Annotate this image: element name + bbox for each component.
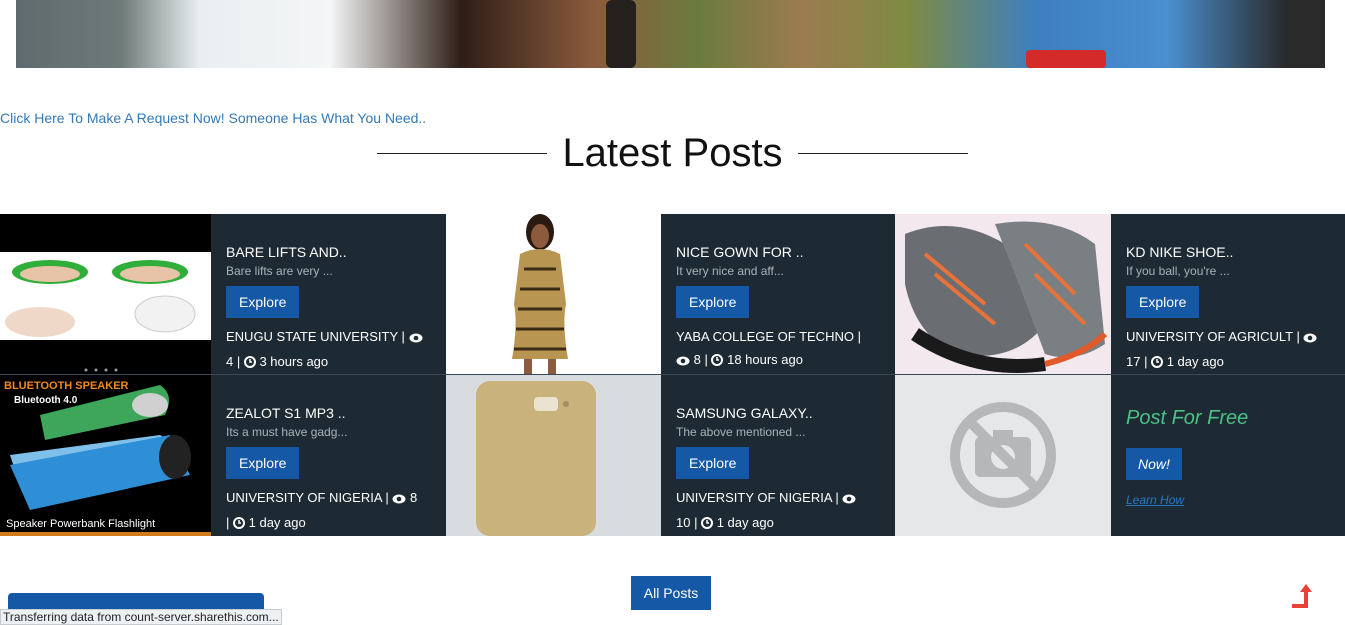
post-description: It very nice and aff...	[676, 264, 784, 278]
post-time: 1 day ago	[248, 515, 306, 530]
post-meta: YABA COLLEGE OF TECHNO | 8 | 18 hours ag…	[676, 325, 891, 373]
hero-banner-image	[16, 0, 1325, 68]
post-time: 1 day ago	[1166, 354, 1224, 369]
browser-status-bar: Transferring data from count-server.shar…	[0, 609, 282, 625]
post-free-card	[895, 375, 1345, 536]
post-card[interactable]: NICE GOWN FOR .. It very nice and aff...…	[446, 214, 896, 375]
post-card[interactable]: BLUETOOTH SPEAKER Bluetooth 4.0 Speaker …	[0, 375, 450, 536]
post-thumbnail[interactable]: BLUETOOTH SPEAKER Bluetooth 4.0 Speaker …	[0, 375, 211, 536]
speaker-title: BLUETOOTH SPEAKER	[4, 380, 129, 392]
all-posts-button[interactable]: All Posts	[631, 576, 711, 610]
heading-line-left	[377, 152, 548, 154]
post-meta: UNIVERSITY OF NIGERIA | 10 | 1 day ago	[676, 486, 891, 536]
eye-icon	[676, 350, 690, 373]
explore-button[interactable]: Explore	[676, 447, 750, 479]
clock-icon	[243, 352, 256, 375]
post-school: UNIVERSITY OF AGRICULT |	[1126, 329, 1300, 344]
post-time: 3 hours ago	[259, 354, 329, 369]
explore-button[interactable]: Explore	[676, 286, 750, 318]
post-meta: ENUGU STATE UNIVERSITY | 4 | 3 hours ago	[226, 325, 441, 375]
explore-button[interactable]: Explore	[226, 447, 300, 479]
post-free-panel: Post For Free Now! Learn How	[1126, 407, 1248, 507]
post-description: Bare lifts are very ...	[226, 264, 333, 278]
post-description: The above mentioned ...	[676, 425, 806, 439]
post-description: Its a must have gadg...	[226, 425, 348, 439]
post-thumbnail[interactable]	[895, 214, 1111, 375]
post-meta: UNIVERSITY OF AGRICULT | 17 | 1 day ago	[1126, 325, 1341, 375]
explore-button[interactable]: Explore	[226, 286, 300, 318]
post-school: YABA COLLEGE OF TECHNO |	[676, 329, 861, 344]
post-card[interactable]: BARE LIFTS AND.. Bare lifts are very ...…	[0, 214, 450, 375]
section-title: Latest Posts	[562, 130, 783, 175]
post-title[interactable]: NICE GOWN FOR ..	[676, 244, 891, 260]
post-card[interactable]: SAMSUNG GALAXY.. The above mentioned ...…	[446, 375, 896, 536]
post-thumbnail[interactable]	[446, 214, 661, 375]
clock-icon	[711, 350, 724, 373]
learn-how-link[interactable]: Learn How	[1126, 493, 1248, 507]
post-meta: UNIVERSITY OF NIGERIA | 8 | 1 day ago	[226, 486, 441, 536]
explore-button[interactable]: Explore	[1126, 286, 1200, 318]
post-thumbnail[interactable]	[446, 375, 661, 536]
clock-icon	[233, 513, 245, 536]
post-title[interactable]: ZEALOT S1 MP3 ..	[226, 405, 441, 421]
post-title[interactable]: BARE LIFTS AND..	[226, 244, 441, 260]
wristband-detail	[606, 0, 636, 68]
scroll-top-icon[interactable]	[1288, 580, 1318, 610]
post-title[interactable]: KD NIKE SHOE..	[1126, 244, 1341, 260]
speaker-caption: Speaker Powerbank Flashlight	[6, 518, 155, 530]
clock-icon	[701, 513, 714, 536]
post-school: UNIVERSITY OF NIGERIA |	[676, 490, 839, 505]
post-school: ENUGU STATE UNIVERSITY |	[226, 329, 405, 344]
post-views: 10	[676, 515, 691, 530]
heading-line-right	[797, 152, 968, 154]
post-title[interactable]: SAMSUNG GALAXY..	[676, 405, 891, 421]
post-card[interactable]: KD NIKE SHOE.. If you ball, you're ... E…	[895, 214, 1345, 375]
clock-icon	[1151, 352, 1164, 375]
eye-icon	[409, 327, 423, 350]
post-views: 8	[410, 490, 418, 505]
post-views: 8	[693, 352, 701, 367]
post-time: 18 hours ago	[727, 352, 803, 367]
post-views: 17	[1126, 354, 1141, 369]
post-school: UNIVERSITY OF NIGERIA |	[226, 490, 389, 505]
red-envelope-detail	[1026, 50, 1106, 68]
eye-icon	[1303, 327, 1317, 350]
no-photo-placeholder	[895, 375, 1111, 536]
post-free-title: Post For Free	[1126, 407, 1249, 429]
eye-icon	[392, 488, 406, 511]
post-thumbnail[interactable]	[0, 214, 211, 375]
make-request-link[interactable]: Click Here To Make A Request Now! Someon…	[0, 110, 426, 126]
post-views: 4	[226, 354, 234, 369]
latest-posts-heading: Latest Posts	[0, 128, 1345, 178]
post-now-button[interactable]: Now!	[1126, 448, 1182, 480]
post-description: If you ball, you're ...	[1126, 264, 1230, 278]
eye-icon	[842, 488, 856, 511]
speaker-bluetooth: Bluetooth 4.0	[14, 395, 78, 406]
post-time: 1 day ago	[716, 515, 774, 530]
